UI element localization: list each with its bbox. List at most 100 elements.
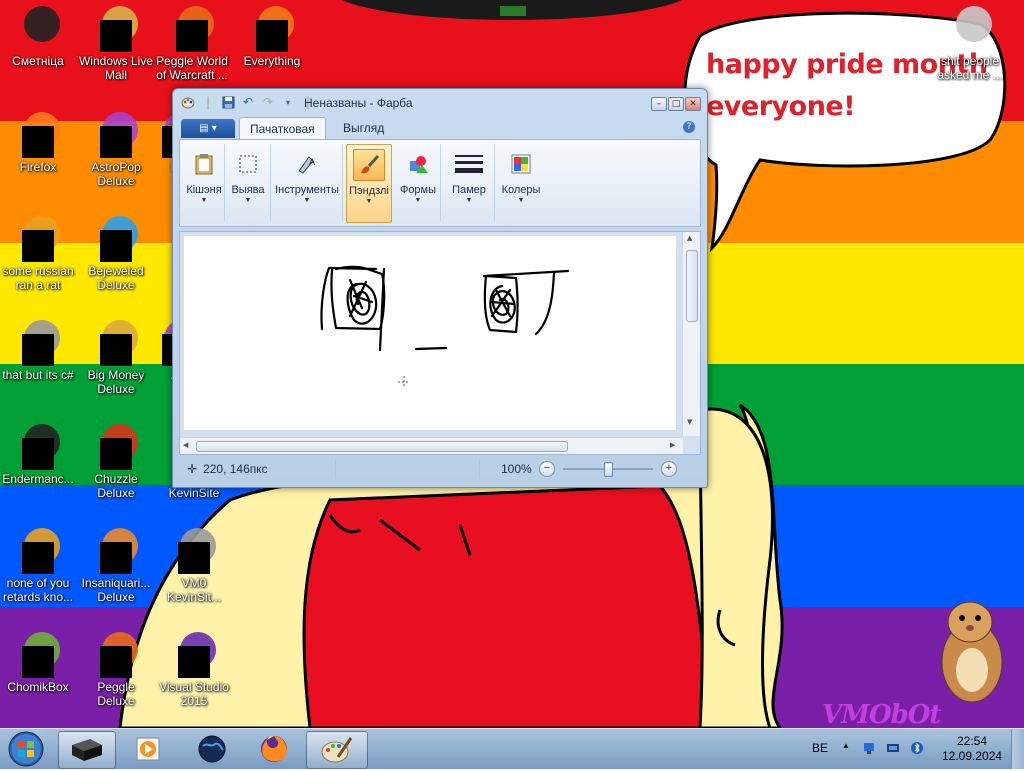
brush-icon (353, 149, 385, 181)
desktop-icon[interactable]: Bejeweled Deluxe (78, 214, 154, 292)
taskbar-command-prompt[interactable] (58, 731, 116, 769)
help-icon[interactable]: ? (683, 121, 695, 133)
visual-studio-icon (170, 630, 218, 678)
desktop-icon[interactable]: Everything (234, 4, 310, 68)
desktop-icon[interactable]: Сметніца (0, 4, 76, 68)
game-icon (92, 110, 140, 158)
desktop-icon[interactable]: shit people asked me ... (932, 4, 1008, 82)
bluetooth-icon[interactable] (910, 741, 924, 755)
tab-home[interactable]: Пачатковая (239, 117, 326, 140)
desktop-icon-label: Insaniquari... Deluxe (81, 576, 151, 604)
app-icon (14, 526, 62, 574)
action-center-icon[interactable] (886, 741, 900, 755)
desktop-icon-label: that but its c# (2, 368, 74, 382)
paint-app-icon[interactable] (181, 95, 195, 109)
show-hidden-icons-button[interactable]: ▲ (842, 741, 850, 750)
system-tray: BE ▲ 22:54 12.09.2024 (806, 729, 1024, 769)
clipboard-group[interactable]: Кішэня ▼ (184, 144, 225, 221)
terminal-icon (14, 422, 62, 470)
shortcut-icon (14, 318, 62, 366)
desktop-icon-label: none of you retards kno... (2, 576, 74, 604)
zoom-slider[interactable] (563, 462, 653, 477)
app-icon (14, 214, 62, 262)
peggle-icon (92, 630, 140, 678)
show-desktop-button[interactable] (1011, 729, 1024, 769)
color-palette-icon (505, 148, 537, 180)
vertical-scrollbar[interactable]: ▲ ▼ (682, 232, 700, 436)
quick-access-toolbar: | ↶ ↷ ▾ | (181, 95, 315, 109)
language-indicator[interactable]: BE (812, 741, 828, 755)
desktop-icon[interactable]: ChomikBox (0, 630, 76, 694)
desktop-icon[interactable]: Insaniquari... Deluxe (78, 526, 154, 604)
save-icon[interactable] (221, 95, 235, 109)
tools-group[interactable]: A Інструменты ▼ (272, 144, 343, 221)
terminal-icon (72, 739, 102, 761)
svg-text:A: A (309, 158, 316, 168)
desktop-icon[interactable]: Peggle Deluxe (78, 630, 154, 708)
desktop-icon-label: Visual Studio 2015 (159, 680, 229, 708)
vertical-scroll-thumb[interactable] (686, 250, 698, 322)
desktop-icon-label: Peggle Deluxe (97, 680, 135, 708)
canvas-doodle (320, 265, 570, 388)
status-bar: ✛ 220, 146пкс 100% − + (179, 457, 699, 481)
zoom-level: 100% (501, 462, 532, 476)
close-button[interactable]: ✕ (685, 97, 701, 111)
zoom-out-button[interactable]: − (539, 461, 555, 477)
move-cursor-icon: ✛ (187, 462, 198, 476)
tab-view[interactable]: Выгляд (333, 117, 394, 139)
paint-palette-icon (321, 737, 353, 763)
desktop-icon-label: VM0 KevinSit... (166, 576, 222, 604)
paint-window[interactable]: | ↶ ↷ ▾ | Неназваны - Фарба – □ ✕ ▤ ▾ Па… (172, 88, 708, 488)
desktop-icon[interactable]: Endermanc... (0, 422, 76, 486)
desktop-icon[interactable]: Chuzzle Deluxe (78, 422, 154, 500)
tools-icon: A (291, 148, 323, 180)
undo-icon[interactable]: ↶ (241, 95, 255, 109)
clock[interactable]: 22:54 12.09.2024 (942, 734, 1002, 764)
desktop-icon[interactable]: that but its c# (0, 318, 76, 382)
desktop-icon[interactable]: some russian ran a rat (0, 214, 76, 292)
clipboard-label: Кішэня (186, 184, 222, 196)
paint-menu-button[interactable]: ▤ ▾ (181, 119, 235, 138)
desktop-icon[interactable]: VM0 KevinSit... (156, 526, 232, 604)
desktop-icon[interactable]: Visual Studio 2015 (156, 630, 232, 708)
colors-group[interactable]: Колеры ▼ (498, 144, 544, 221)
recycle-bin-icon (14, 4, 62, 52)
desktop-icon[interactable]: Peggle World of Warcraft ... (154, 4, 230, 82)
brushes-group[interactable]: Пэндзлі ▼ (346, 144, 392, 223)
redo-icon[interactable]: ↷ (261, 95, 275, 109)
chevron-down-icon: ▼ (244, 197, 252, 204)
shapes-group[interactable]: Формы ▼ (396, 144, 441, 221)
desktop-icon-label: KevinSite (168, 486, 220, 500)
firefox-icon (261, 735, 287, 762)
taskbar-paint[interactable] (306, 731, 368, 769)
title-bar[interactable]: | ↶ ↷ ▾ | Неназваны - Фарба – □ ✕ (173, 89, 707, 115)
size-group[interactable]: Памер ▼ (444, 144, 495, 221)
taskbar-firefox[interactable] (246, 731, 302, 767)
taskbar-media-player[interactable] (120, 731, 176, 767)
chevron-down-icon: ▼ (200, 197, 208, 204)
network-icon[interactable] (862, 741, 876, 755)
horizontal-scroll-thumb[interactable] (196, 441, 568, 452)
wallpaper-signature: VMObOt (822, 700, 941, 730)
taskbar-globe[interactable] (184, 731, 240, 767)
minimize-button[interactable]: – (651, 97, 667, 111)
window-controls: – □ ✕ (651, 97, 701, 111)
ribbon-tabs: ▤ ▾ Пачатковая Выгляд ? (181, 117, 699, 140)
drawing-canvas[interactable] (184, 236, 676, 430)
start-button[interactable] (4, 730, 48, 768)
select-icon (232, 148, 264, 180)
zoom-slider-thumb[interactable] (604, 462, 613, 477)
desktop-icon-label: Peggle World of Warcraft ... (156, 54, 228, 82)
media-player-icon (136, 737, 160, 761)
desktop-icon[interactable]: Windows Live Mail (78, 4, 154, 82)
clock-time: 22:54 (956, 734, 988, 748)
customize-toolbar-icon[interactable]: ▾ (281, 95, 295, 109)
desktop-icon[interactable]: Firefox (0, 110, 76, 174)
chevron-down-icon: ▼ (517, 197, 525, 204)
desktop-icon[interactable]: none of you retards kno... (0, 526, 76, 604)
horizontal-scrollbar[interactable]: ◀ ▶ (180, 437, 683, 454)
maximize-button[interactable]: □ (668, 97, 684, 111)
zoom-in-button[interactable]: + (661, 461, 677, 477)
shapes-icon (402, 148, 434, 180)
image-group[interactable]: Выява ▼ (226, 144, 271, 221)
